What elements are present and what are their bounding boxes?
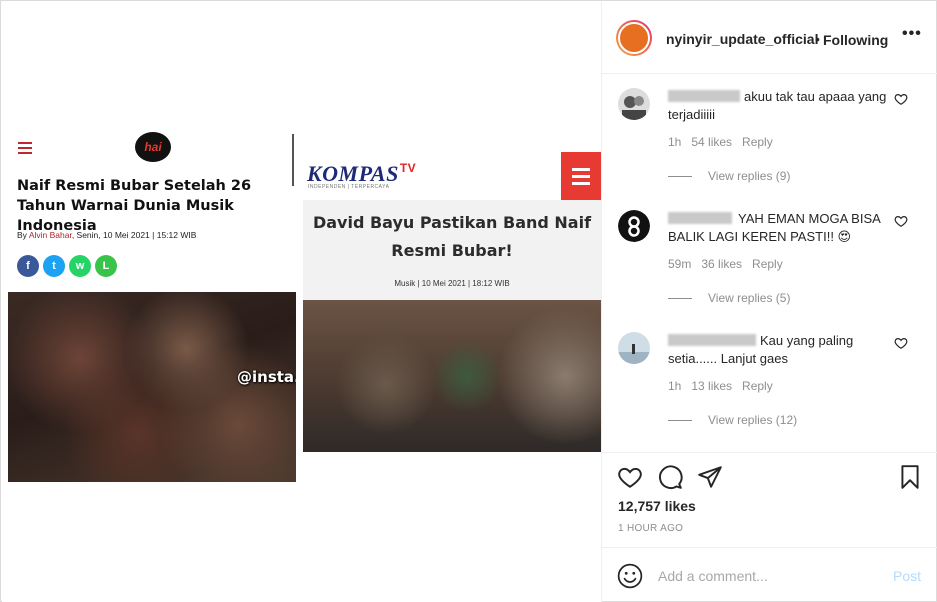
post-timestamp[interactable]: 1 HOUR AGO	[618, 523, 683, 534]
band-photo-left: @insta.nyinyir	[8, 292, 296, 482]
comment-likes[interactable]: 36 likes	[701, 257, 742, 271]
byline-date: , Senin, 10 Mei 2021 | 15:12 WIB	[71, 230, 197, 240]
post-sidebar: nyinyir_update_official • Following ••• …	[601, 2, 937, 602]
kompas-meta: Musik | 10 Mei 2021 | 18:12 WIB	[394, 279, 510, 288]
reply-button[interactable]: Reply	[742, 379, 773, 393]
more-options-icon[interactable]: •••	[902, 25, 922, 43]
hamburger-menu-icon	[18, 142, 32, 154]
profile-avatar[interactable]	[616, 20, 652, 56]
comment-icon[interactable]	[657, 464, 683, 490]
profile-username[interactable]: nyinyir_update_official	[666, 31, 818, 47]
share-icon[interactable]	[697, 464, 723, 490]
watermark-text: @insta.nyinyir	[237, 368, 296, 386]
divider	[292, 134, 294, 186]
instagram-post-window: hai Naif Resmi Bubar Setelah 26 Tahun Wa…	[0, 0, 937, 602]
kompas-menu-icon	[561, 152, 601, 200]
view-replies-label[interactable]: View replies (9)	[708, 169, 790, 183]
comment-body: YAH EMAN MOGA BISA BALIK LAGI KEREN PAST…	[668, 211, 881, 244]
kompas-tagline: INDEPENDEN | TERPERCAYA	[308, 184, 390, 190]
kompas-brand: KOMPAS	[307, 161, 399, 186]
comment-text: Kau yang paling setia...... Lanjut gaes	[668, 332, 888, 368]
twitter-icon: t	[43, 255, 65, 277]
comment-time: 1h	[668, 135, 682, 149]
post-image[interactable]: hai Naif Resmi Bubar Setelah 26 Tahun Wa…	[2, 2, 601, 602]
comment-meta: 59m 36 likes Reply	[668, 257, 793, 271]
facebook-icon: f	[17, 255, 39, 277]
view-replies-label[interactable]: View replies (5)	[708, 291, 790, 305]
comment-time: 1h	[668, 379, 682, 393]
view-replies[interactable]: View replies (9)	[668, 169, 790, 183]
band-photo-right	[303, 300, 601, 452]
commenter-avatar[interactable]	[618, 88, 650, 120]
share-icons: f t w L	[17, 255, 117, 277]
save-bookmark-icon[interactable]	[897, 464, 923, 490]
comment-meta: 1h 54 likes Reply	[668, 135, 783, 149]
line-icon: L	[95, 255, 117, 277]
comments-list[interactable]: akuu tak tau apaaa yang terjadiiiii 1h 54…	[602, 75, 937, 452]
hai-byline: By Alvin Bahar, Senin, 10 Mei 2021 | 15:…	[17, 230, 196, 240]
comment-text: YAH EMAN MOGA BISA BALIK LAGI KEREN PAST…	[668, 210, 888, 246]
comment-body: Kau yang paling setia...... Lanjut gaes	[668, 333, 854, 366]
like-heart-icon[interactable]	[894, 214, 908, 228]
comment-likes[interactable]: 13 likes	[691, 379, 732, 393]
like-icon[interactable]	[617, 464, 643, 490]
hai-article-screenshot: hai Naif Resmi Bubar Setelah 26 Tahun Wa…	[8, 126, 296, 482]
commenter-avatar[interactable]	[618, 332, 650, 364]
likes-count[interactable]: 12,757 likes	[618, 498, 696, 514]
view-replies[interactable]: View replies (12)	[668, 413, 797, 427]
like-heart-icon[interactable]	[894, 92, 908, 106]
comment-input[interactable]	[658, 562, 878, 590]
add-comment-bar: Post	[602, 547, 937, 602]
hai-logo: hai	[135, 132, 171, 162]
comment-likes[interactable]: 54 likes	[691, 135, 732, 149]
view-replies[interactable]: View replies (5)	[668, 291, 790, 305]
comment-meta: 1h 13 likes Reply	[668, 379, 783, 393]
comment-body: akuu tak tau apaaa yang terjadiiiii	[668, 89, 887, 122]
hai-headline: Naif Resmi Bubar Setelah 26 Tahun Warnai…	[17, 178, 252, 234]
kompas-brand-suffix: TV	[399, 161, 417, 175]
byline-author: Alvin Bahar	[28, 230, 72, 240]
reply-button[interactable]: Reply	[742, 135, 773, 149]
post-button[interactable]: Post	[893, 568, 921, 584]
post-actions: 12,757 likes 1 HOUR AGO	[602, 452, 937, 547]
post-header: nyinyir_update_official • Following •••	[602, 2, 937, 74]
comment-text: akuu tak tau apaaa yang terjadiiiii	[668, 88, 888, 124]
comment-time: 59m	[668, 257, 692, 271]
view-replies-label[interactable]: View replies (12)	[708, 413, 797, 427]
kompas-article-screenshot: KOMPASTV INDEPENDEN | TERPERCAYA David B…	[303, 152, 601, 452]
separator-dot: •	[815, 31, 820, 47]
commenter-avatar[interactable]	[618, 210, 650, 242]
reply-button[interactable]: Reply	[752, 257, 783, 271]
kompas-headline: David Bayu Pastikan Band Naif Resmi Buba…	[312, 213, 592, 260]
emoji-icon[interactable]	[617, 563, 643, 589]
whatsapp-icon: w	[69, 255, 91, 277]
byline-prefix: By	[17, 230, 29, 240]
like-heart-icon[interactable]	[894, 336, 908, 350]
kompas-topbar: KOMPASTV INDEPENDEN | TERPERCAYA	[303, 152, 601, 200]
following-button[interactable]: Following	[823, 32, 888, 48]
